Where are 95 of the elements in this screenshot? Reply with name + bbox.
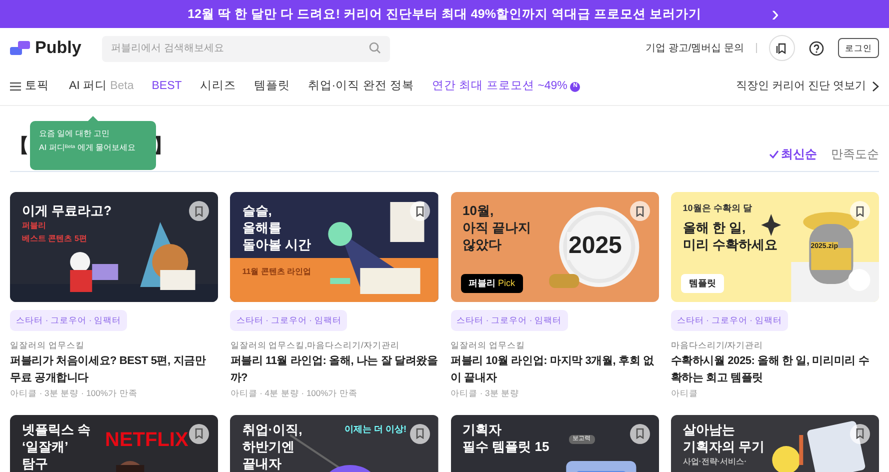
bookmark-icon	[634, 206, 645, 216]
nav-link[interactable]: 취업·이직 완전 정복	[308, 78, 414, 96]
thumbnail-headline: 살아남는	[682, 420, 735, 438]
thumbnail-art-text: 이제는 더 이상!	[344, 422, 406, 435]
topic-menu-button[interactable]: 토픽	[10, 78, 49, 96]
section-title-bracket: 【	[10, 134, 29, 158]
bookmark-icon	[194, 206, 204, 216]
thumbnail-headline: 10월,	[462, 202, 494, 219]
check-icon	[769, 150, 779, 158]
card-category: 마음다스리기/자기관리	[670, 340, 764, 351]
thumbnail[interactable]: 넷플릭스 속 ‘일잘캐’ 탐구 NETFLIX	[10, 414, 218, 472]
bookmark-button[interactable]	[189, 424, 210, 444]
thumbnail-headline: 슬슬,	[242, 202, 272, 219]
level-tag: 스타터 · 그로우어 · 임팩터	[450, 310, 568, 331]
bookmark-button[interactable]	[630, 201, 650, 221]
thumbnail-note: 11월 콘텐츠 라인업	[242, 266, 312, 278]
thumbnail-headline: 탐구	[22, 454, 48, 472]
tooltip-text: AI 퍼디$^{Beta}$ 에게 물어보세요	[39, 142, 137, 153]
thumbnail[interactable]: 10월, 아직 끝나지 않았다 퍼블리 Pick 2025	[450, 192, 659, 302]
thumbnail-headline: ‘일잘캐’	[22, 438, 68, 455]
card-meta: 아티클	[670, 388, 699, 399]
card-category: 일잘러의 업무스킬,마음다스리기/자기관리	[230, 340, 400, 351]
bookmark-button[interactable]	[850, 201, 870, 221]
thumbnail-headline: 돌아볼 시간	[242, 236, 311, 253]
search-field[interactable]: 퍼블리에서 검색해보세요	[102, 36, 390, 62]
bookmark-icon	[634, 428, 645, 440]
card-title[interactable]: 퍼블리 11월 라인업: 올해, 나는 잘 달려왔을까?	[230, 352, 438, 387]
nav-link[interactable]: 시리즈	[200, 78, 236, 96]
thumbnail-headline: 아직 끝나지	[462, 219, 532, 236]
menu-icon	[10, 82, 21, 91]
card-title[interactable]: 퍼블리가 처음이세요? BEST 5편, 지금만 무료 공개합니다	[10, 352, 218, 387]
thumbnail-headline: 취업·이직,	[242, 420, 302, 438]
login-button[interactable]: 로그인	[838, 38, 879, 58]
bookmark-button[interactable]	[410, 424, 430, 444]
thumbnail-headline: 않았다	[462, 236, 502, 253]
promo-text: 12월 딱 한 달만 다 드려요! 커리어 진단부터 최대 49%할인까지 역대급 프로모션 보러가기	[188, 6, 702, 23]
nav-link[interactable]: BEST	[152, 78, 182, 96]
thumbnail[interactable]: 살아남는 기획자의 무기 사업·전략·서비스·	[670, 414, 879, 472]
level-tag: 스타터 · 그로우어 · 임팩터	[10, 310, 128, 331]
thumbnail-badge: 퍼블리 Pick	[460, 274, 524, 293]
card-category: 일잘러의 업무스킬	[10, 340, 86, 351]
bookmark-icon	[194, 428, 204, 440]
search-icon	[369, 42, 381, 54]
level-tag: 스타터 · 그로우어 · 임팩터	[230, 310, 348, 331]
thumbnail[interactable]: 이게 무료라고? 퍼블리 베스트 콘텐츠 5편	[10, 192, 218, 302]
thumbnail[interactable]: 슬슬, 올해를 돌아볼 시간 11월 콘텐츠 라인업	[230, 192, 438, 302]
card-meta: 아티클 · 4분 분량 · 100%가 만족	[230, 388, 359, 399]
thumbnail-headline: 올해를	[242, 219, 282, 236]
thumbnail-badge: 템플릿	[680, 274, 724, 293]
chevron-icon: ›	[772, 3, 779, 25]
library-button[interactable]	[769, 35, 795, 61]
help-icon[interactable]	[809, 40, 824, 56]
card-title[interactable]: 수확하시월 2025: 올해 한 일, 미리미리 수확하는 회고 템플릿	[670, 352, 879, 387]
career-check-link[interactable]: 직장인 커리어 진단 엿보기	[736, 78, 879, 95]
thumbnail-note: 베스트 콘텐츠 5편	[22, 233, 87, 245]
thumbnail-note: 퍼블리	[22, 220, 46, 232]
bookmark-icon	[414, 428, 424, 440]
thumbnail-headline: 끝내자	[242, 454, 282, 472]
nav-link[interactable]: AI 퍼디 Beta	[69, 78, 134, 96]
thumbnail-art-text: NETFLIX	[105, 428, 188, 453]
bookmark-icon	[414, 206, 424, 216]
section-title-bracket: 】	[153, 134, 172, 158]
logo[interactable]: Publy	[35, 35, 82, 61]
thumbnail[interactable]: 취업·이직, 하반기엔 끝내자 이제는 더 이상!	[230, 414, 438, 472]
thumbnail-art-text: 2025	[566, 232, 624, 260]
thumbnail-headline: 넷플릭스 속	[22, 420, 91, 438]
thumbnail-headline: 필수 템플릿 15	[462, 438, 550, 455]
chevron-icon	[872, 81, 879, 92]
thumbnail-headline: 미리 수확하세요	[682, 236, 778, 252]
promo-banner[interactable]: 12월 딱 한 달만 다 드려요! 커리어 진단부터 최대 49%할인까지 역대급 프로모션 보러가기 ›	[0, 0, 889, 28]
thumbnail-headline: 올해 한 일,	[682, 218, 746, 236]
logo-icon	[10, 41, 32, 55]
thumbnail-headline: 기획자의 무기	[682, 438, 764, 455]
bookmark-icon	[855, 428, 865, 440]
thumbnail-headline: 이게 무료라고?	[22, 202, 112, 219]
thumbnail-kicker: 10월은 수확의 달	[682, 202, 752, 215]
sort-option[interactable]: 최신순	[769, 145, 817, 163]
card-title[interactable]: 퍼블리 10월 라인업: 마지막 3개월, 후회 없이 끝내자	[450, 352, 659, 387]
tooltip-text: 요즘 일에 대한 고민	[39, 128, 111, 139]
bookmark-button[interactable]	[630, 424, 650, 444]
bookmark-button[interactable]	[410, 201, 430, 221]
card-category: 일잘러의 업무스킬	[450, 340, 526, 351]
card-meta: 아티클 · 3분 분량	[450, 388, 520, 399]
thumbnail-headline: 기획자	[462, 420, 502, 438]
bookmarks-icon	[776, 42, 788, 54]
bookmark-button[interactable]	[850, 424, 870, 444]
thumbnail-headline: 하반기엔	[242, 438, 294, 455]
nav-link[interactable]: 템플릿	[254, 78, 290, 96]
inquiry-link[interactable]: 기업 광고/멤버십 문의	[646, 40, 744, 56]
thumbnail-note: 사업·전략·서비스·	[682, 456, 747, 468]
sort-option[interactable]: 만족도순	[831, 145, 879, 163]
bookmark-icon	[855, 206, 865, 216]
card-meta: 아티클 · 3분 분량 · 100%가 만족	[10, 388, 138, 399]
bookmark-button[interactable]	[189, 201, 210, 221]
level-tag: 스타터 · 그로우어 · 임팩터	[670, 310, 788, 331]
